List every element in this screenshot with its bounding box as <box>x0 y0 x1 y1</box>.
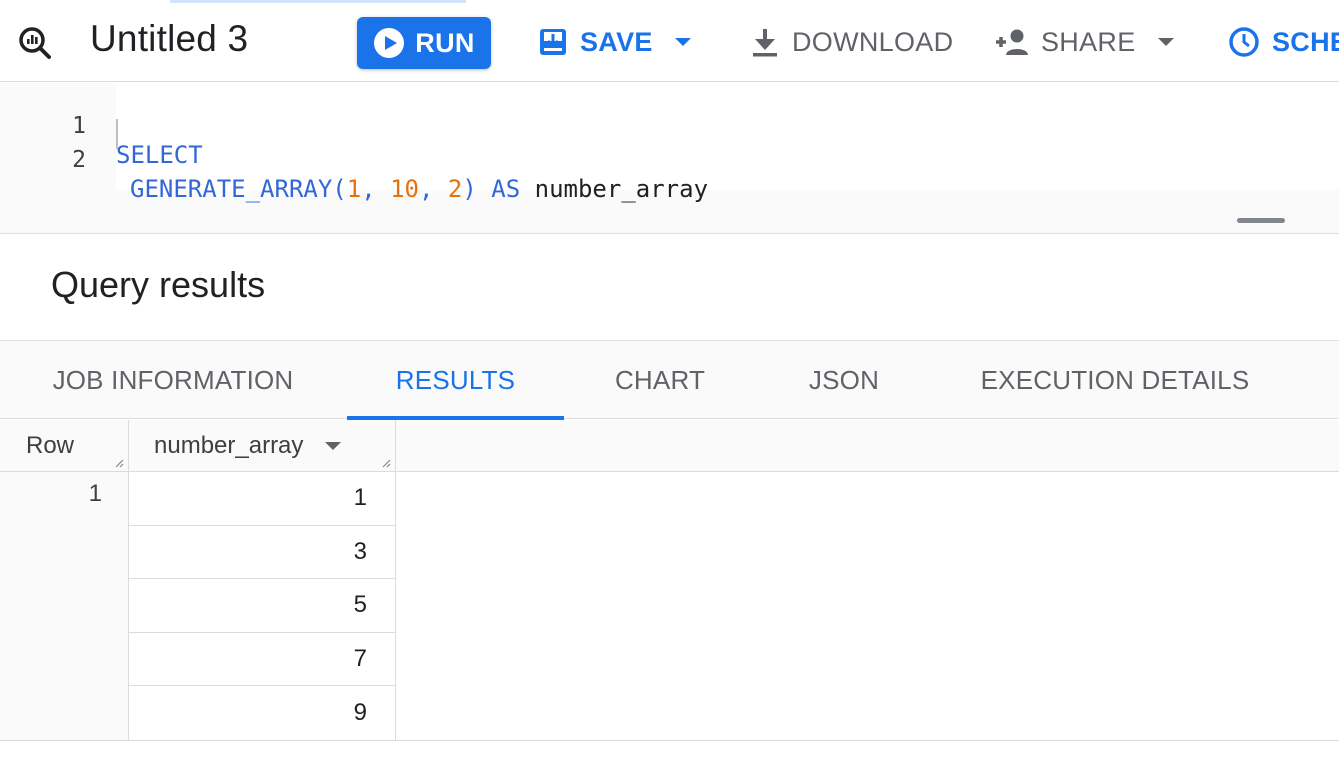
tab-results[interactable]: RESULTS <box>347 341 564 420</box>
play-icon <box>374 28 405 58</box>
code-token: ) AS <box>462 175 535 203</box>
column-header-label: number_array <box>154 432 304 459</box>
chevron-down-icon <box>1157 38 1174 46</box>
schedule-button-label: SCHE <box>1272 26 1339 57</box>
download-button[interactable]: DOWNLOAD <box>750 22 953 62</box>
indent-guide <box>116 119 118 149</box>
active-tab-indicator <box>170 0 466 3</box>
table-cell[interactable]: 9 <box>129 686 395 740</box>
row-number-column: 1 <box>0 472 129 740</box>
clock-icon <box>1229 27 1259 57</box>
column-resize-icon[interactable] <box>381 458 391 468</box>
code-token: , <box>361 175 391 203</box>
tab-chart[interactable]: CHART <box>590 341 730 419</box>
row-column-header: Row <box>0 420 129 472</box>
save-button[interactable]: SAVE <box>538 22 691 62</box>
code-line-1[interactable]: 1 SELECT <box>0 85 1339 169</box>
save-icon <box>540 29 566 55</box>
code-token: 10 <box>390 175 420 203</box>
save-button-label: SAVE <box>580 26 653 57</box>
editor-resize-handle[interactable] <box>1237 218 1285 223</box>
results-table: Row number_array 1 13579 <box>0 420 1339 741</box>
number-array-values: 13579 <box>129 472 396 740</box>
table-cell[interactable]: 3 <box>129 526 395 580</box>
tab-execution-details[interactable]: EXECUTION DETAILS <box>960 341 1270 419</box>
tab-job-information[interactable]: JOB INFORMATION <box>28 341 318 419</box>
code-text: GENERATE_ARRAY(1, 10, 2) AS number_array <box>130 175 708 203</box>
editor-toolbar: Untitled 3 RUN SAVE DOWNLOAD SHARE SCH <box>0 0 1339 82</box>
download-icon <box>753 29 777 57</box>
query-tab-title[interactable]: Untitled 3 <box>90 18 248 60</box>
query-icon <box>19 27 51 59</box>
person-add-icon <box>996 29 1028 55</box>
share-button[interactable]: SHARE <box>993 22 1174 62</box>
table-cell[interactable]: 5 <box>129 579 395 633</box>
table-bottom-border <box>0 740 1339 741</box>
download-button-label: DOWNLOAD <box>792 26 954 57</box>
code-line-2[interactable]: 2 GENERATE_ARRAY(1, 10, 2) AS number_arr… <box>0 119 1339 203</box>
chevron-down-icon <box>674 38 691 46</box>
run-button-label: RUN <box>415 27 475 58</box>
row-header-label: Row <box>26 432 75 459</box>
column-resize-icon[interactable] <box>114 458 124 468</box>
tab-json[interactable]: JSON <box>780 341 908 419</box>
table-cell[interactable]: 1 <box>129 472 395 526</box>
row-number: 1 <box>88 480 102 507</box>
code-token: number_array <box>534 175 709 203</box>
table-header: Row number_array <box>0 420 1339 472</box>
share-button-label: SHARE <box>1041 26 1136 57</box>
code-token: , <box>419 175 448 203</box>
code-token: GENERATE_ARRAY( <box>130 175 347 203</box>
results-tabs: JOB INFORMATION RESULTS CHART JSON EXECU… <box>0 340 1339 420</box>
run-button[interactable]: RUN <box>357 17 491 69</box>
sort-menu-icon[interactable] <box>325 442 342 450</box>
editor-divider <box>0 233 1339 234</box>
schedule-button[interactable]: SCHE <box>1228 22 1339 62</box>
sql-editor[interactable]: 1 SELECT 2 GENERATE_ARRAY(1, 10, 2) AS n… <box>0 83 1339 233</box>
table-cell[interactable]: 7 <box>129 633 395 687</box>
code-token: 2 <box>447 175 463 203</box>
results-title: Query results <box>51 264 266 305</box>
line-number: 2 <box>72 147 86 173</box>
number-array-column-header[interactable]: number_array <box>129 420 396 472</box>
code-token: 1 <box>346 175 362 203</box>
